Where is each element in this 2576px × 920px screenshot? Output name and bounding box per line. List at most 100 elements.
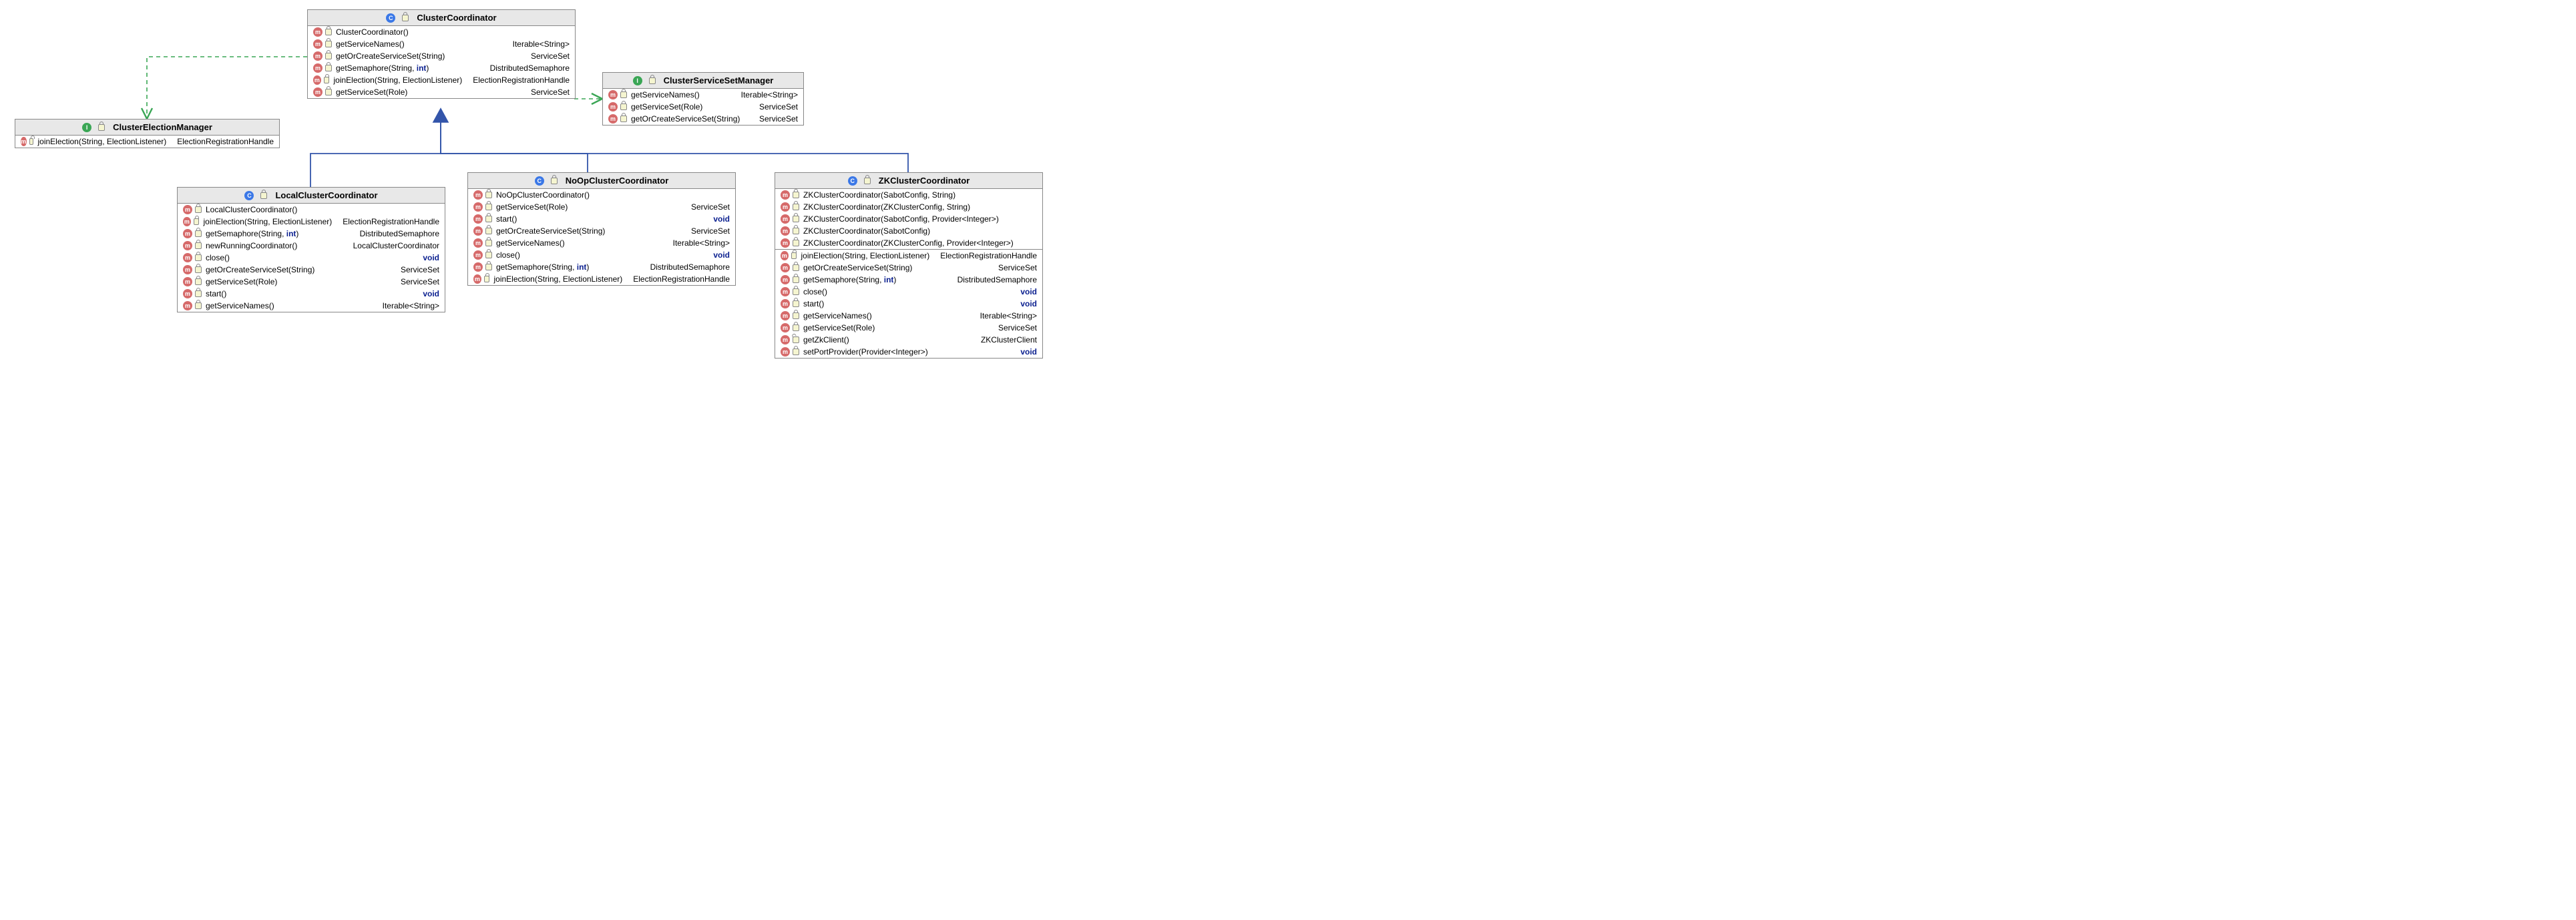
- lock-icon: [649, 77, 656, 84]
- method-icon: m: [781, 190, 790, 200]
- method-row: mgetOrCreateServiceSet(String)ServiceSet: [603, 113, 803, 125]
- method-icon: m: [781, 275, 790, 284]
- lock-icon: [793, 288, 799, 295]
- lock-icon: [551, 178, 558, 184]
- method-icon: m: [781, 299, 790, 308]
- method-icon: m: [473, 214, 483, 224]
- lock-icon: [98, 124, 105, 131]
- lock-icon: [485, 216, 492, 222]
- method-row: mgetServiceNames()Iterable<String>: [468, 237, 735, 249]
- method-icon: m: [313, 39, 323, 49]
- lock-icon: [793, 240, 799, 246]
- method-icon: m: [781, 335, 790, 344]
- lock-icon: [324, 77, 330, 83]
- method-row: msetPortProvider(Provider<Integer>)void: [775, 346, 1042, 358]
- method-row: mclose()void: [775, 286, 1042, 298]
- class-header: C ClusterCoordinator: [308, 10, 575, 26]
- method-icon: m: [473, 274, 481, 284]
- class-title: ClusterElectionManager: [113, 122, 212, 132]
- lock-icon: [864, 178, 871, 184]
- method-icon: m: [473, 202, 483, 212]
- methods-section: mClusterCoordinator() mgetServiceNames()…: [308, 26, 575, 98]
- method-icon: m: [781, 347, 790, 357]
- method-icon: m: [313, 51, 323, 61]
- lock-icon: [195, 206, 202, 213]
- lock-icon: [793, 276, 799, 283]
- class-zk-cluster-coordinator: C ZKClusterCoordinator mZKClusterCoordin…: [775, 172, 1043, 359]
- method-row: mgetSemaphore(String, int)DistributedSem…: [178, 228, 445, 240]
- class-icon: C: [244, 191, 254, 200]
- method-icon: m: [781, 214, 790, 224]
- method-icon: m: [183, 229, 192, 238]
- lock-icon: [793, 349, 799, 355]
- method-icon: m: [313, 75, 321, 85]
- lock-icon: [195, 242, 202, 249]
- method-row: mClusterCoordinator(): [308, 26, 575, 38]
- method-icon: m: [781, 323, 790, 332]
- class-icon: C: [386, 13, 395, 23]
- class-title: ZKClusterCoordinator: [879, 176, 970, 186]
- class-local-cluster-coordinator: C LocalClusterCoordinator mLocalClusterC…: [177, 187, 445, 312]
- method-row: mZKClusterCoordinator(SabotConfig): [775, 225, 1042, 237]
- lock-icon: [195, 278, 202, 285]
- lock-icon: [485, 252, 492, 258]
- method-icon: m: [781, 226, 790, 236]
- method-row: mgetServiceSet(Role)ServiceSet: [775, 322, 1042, 334]
- method-icon: m: [183, 301, 192, 310]
- method-row: mgetZkClient()ZKClusterClient: [775, 334, 1042, 346]
- lock-icon: [485, 240, 492, 246]
- lock-icon: [195, 290, 202, 297]
- method-icon: m: [781, 263, 790, 272]
- method-row: mgetServiceNames()Iterable<String>: [308, 38, 575, 50]
- method-row: mstart()void: [178, 288, 445, 300]
- method-row: mjoinElection(String, ElectionListener)E…: [308, 74, 575, 86]
- interface-cluster-service-set-manager: I ClusterServiceSetManager mgetServiceNa…: [602, 72, 804, 126]
- class-header: C NoOpClusterCoordinator: [468, 173, 735, 189]
- lock-icon: [793, 228, 799, 234]
- method-row: mgetOrCreateServiceSet(String)ServiceSet: [468, 225, 735, 237]
- method-row: mgetSemaphore(String, int)DistributedSem…: [308, 62, 575, 74]
- class-header: I ClusterElectionManager: [15, 120, 279, 136]
- lock-icon: [402, 15, 409, 21]
- lock-icon: [195, 266, 202, 273]
- method-row: mgetServiceSet(Role)ServiceSet: [603, 101, 803, 113]
- method-row: mgetSemaphore(String, int)DistributedSem…: [775, 274, 1042, 286]
- lock-icon: [29, 138, 34, 145]
- method-row: mjoinElection(String, ElectionListener)E…: [178, 216, 445, 228]
- method-icon: m: [313, 63, 323, 73]
- lock-icon: [484, 276, 490, 282]
- method-row: mgetServiceSet(Role)ServiceSet: [308, 86, 575, 98]
- methods-section: mjoinElection(String, ElectionListener)E…: [15, 136, 279, 148]
- interface-icon: I: [82, 123, 91, 132]
- lock-icon: [485, 264, 492, 270]
- interface-cluster-election-manager: I ClusterElectionManager mjoinElection(S…: [15, 119, 280, 148]
- method-row: mZKClusterCoordinator(ZKClusterConfig, P…: [775, 237, 1042, 249]
- class-icon: C: [848, 176, 857, 186]
- class-icon: C: [535, 176, 544, 186]
- method-row: mgetServiceNames()Iterable<String>: [178, 300, 445, 312]
- lock-icon: [195, 230, 202, 237]
- method-row: mgetServiceSet(Role)ServiceSet: [178, 276, 445, 288]
- lock-icon: [793, 324, 799, 331]
- method-icon: m: [608, 114, 618, 124]
- method-icon: m: [313, 27, 323, 37]
- lock-icon: [793, 216, 799, 222]
- class-title: ClusterCoordinator: [417, 13, 496, 23]
- method-icon: m: [313, 87, 323, 97]
- lock-icon: [325, 53, 332, 59]
- method-row: mjoinElection(String, ElectionListener)E…: [775, 250, 1042, 262]
- method-icon: m: [183, 289, 192, 298]
- class-cluster-coordinator: C ClusterCoordinator mClusterCoordinator…: [307, 9, 576, 99]
- class-title: NoOpClusterCoordinator: [566, 176, 669, 186]
- method-row: mjoinElection(String, ElectionListener)E…: [468, 273, 735, 285]
- class-title: ClusterServiceSetManager: [664, 75, 774, 85]
- lock-icon: [793, 312, 799, 319]
- method-row: mZKClusterCoordinator(SabotConfig, Strin…: [775, 189, 1042, 201]
- method-row: mgetOrCreateServiceSet(String)ServiceSet: [308, 50, 575, 62]
- lock-icon: [260, 192, 267, 199]
- method-icon: m: [608, 90, 618, 99]
- method-row: mgetServiceSet(Role)ServiceSet: [468, 201, 735, 213]
- method-icon: m: [183, 277, 192, 286]
- method-row: mnewRunningCoordinator()LocalClusterCoor…: [178, 240, 445, 252]
- methods-section: mLocalClusterCoordinator() mjoinElection…: [178, 204, 445, 312]
